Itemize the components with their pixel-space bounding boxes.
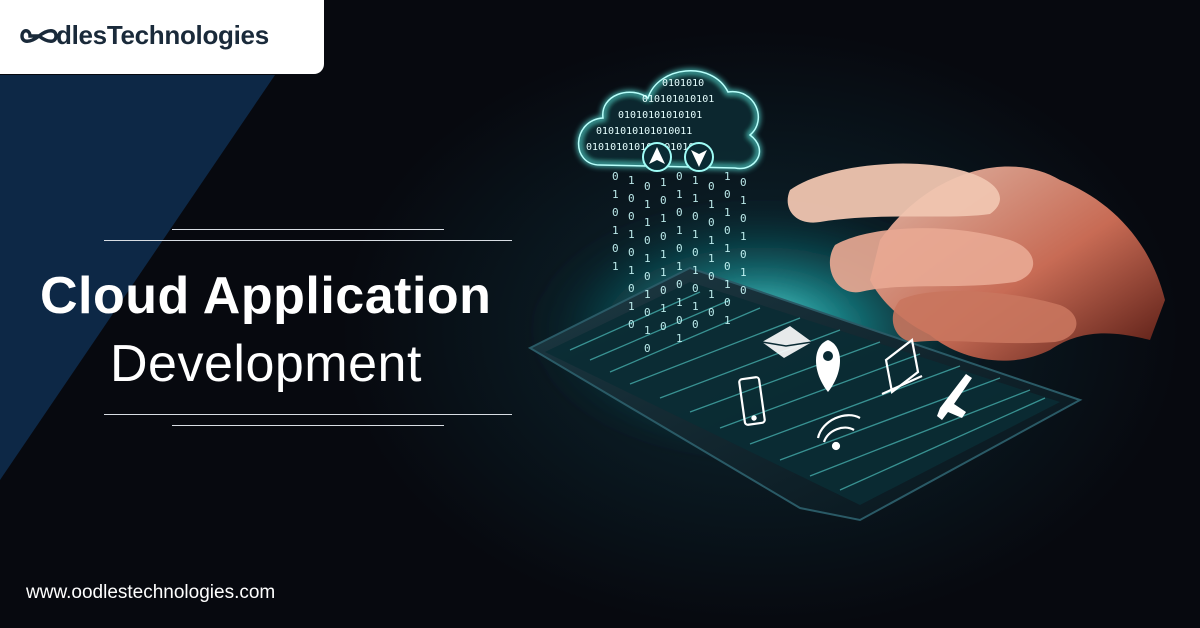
website-url[interactable]: www.oodlestechnologies.com [26,582,275,604]
infinity-icon [20,29,58,43]
svg-text:1: 1 [740,266,747,279]
svg-text:1: 1 [676,332,683,345]
svg-text:1: 1 [708,252,715,265]
svg-text:1: 1 [724,242,731,255]
svg-text:1: 1 [660,302,667,315]
svg-text:1: 1 [660,176,667,189]
svg-text:1: 1 [692,300,699,313]
svg-text:1: 1 [676,224,683,237]
svg-text:0: 0 [612,242,619,255]
banner: 010101 100101010 0110101010 101011010 01… [0,0,1200,628]
svg-text:1: 1 [628,264,635,277]
svg-text:0: 0 [644,234,651,247]
cloud-binary-row-3: 01010101010101 [618,110,702,121]
svg-text:1: 1 [644,198,651,211]
svg-text:0: 0 [676,314,683,327]
upload-arrow-icon [642,142,672,172]
svg-text:0: 0 [708,306,715,319]
svg-text:1: 1 [740,230,747,243]
svg-text:0: 0 [660,284,667,297]
svg-text:1: 1 [644,216,651,229]
svg-text:0: 0 [708,216,715,229]
svg-text:0: 0 [692,210,699,223]
svg-text:1: 1 [724,170,731,183]
svg-text:1: 1 [692,174,699,187]
svg-text:0: 0 [708,270,715,283]
svg-text:0: 0 [692,318,699,331]
headline-line-1: Cloud Application [40,267,492,325]
rule-bottom-long [104,414,512,415]
cloud-binary-row-5: 010101010100101010 [586,142,694,153]
svg-text:1: 1 [660,248,667,261]
svg-text:1: 1 [692,228,699,241]
svg-text:1: 1 [644,288,651,301]
svg-text:0: 0 [628,282,635,295]
svg-text:0: 0 [724,188,731,201]
svg-text:1: 1 [644,324,651,337]
svg-text:0: 0 [644,342,651,355]
rule-bottom-short [172,425,444,426]
cloud-binary-row-4: 0101010101010011 [596,126,692,137]
download-arrow-icon [684,142,714,172]
svg-text:1: 1 [660,212,667,225]
svg-text:0: 0 [676,170,683,183]
svg-text:1: 1 [676,296,683,309]
svg-text:1: 1 [692,192,699,205]
finger-index [787,163,1000,223]
svg-text:1: 1 [612,224,619,237]
svg-text:1: 1 [644,252,651,265]
svg-text:0: 0 [660,320,667,333]
svg-text:1: 1 [612,188,619,201]
svg-text:1: 1 [676,188,683,201]
svg-text:0: 0 [740,212,747,225]
svg-text:0: 0 [676,278,683,291]
svg-text:1: 1 [628,228,635,241]
svg-text:0: 0 [740,248,747,261]
svg-text:0: 0 [628,246,635,259]
svg-text:0: 0 [708,180,715,193]
svg-text:0: 0 [676,206,683,219]
svg-text:0: 0 [628,192,635,205]
svg-text:0: 0 [644,180,651,193]
svg-text:0: 0 [692,246,699,259]
svg-text:0: 0 [724,224,731,237]
svg-text:0: 0 [676,242,683,255]
svg-text:0: 0 [740,284,747,297]
svg-text:0: 0 [724,296,731,309]
headline-line-2: Development [110,335,422,393]
logo-text: dlesTechnologies [56,20,269,50]
logo-box[interactable]: dlesTechnologies [0,0,324,74]
cloud-binary-row-1: 0101010 [662,78,704,89]
svg-text:1: 1 [708,234,715,247]
svg-text:1: 1 [676,260,683,273]
svg-text:1: 1 [660,266,667,279]
svg-text:0: 0 [644,306,651,319]
svg-text:0: 0 [660,194,667,207]
svg-text:1: 1 [692,264,699,277]
svg-text:0: 0 [692,282,699,295]
svg-text:0: 0 [612,170,619,183]
rule-top-short [172,229,444,230]
rule-top-long [104,240,512,241]
svg-text:1: 1 [628,300,635,313]
svg-text:1: 1 [612,260,619,273]
svg-text:0: 0 [612,206,619,219]
svg-text:0: 0 [740,176,747,189]
svg-text:1: 1 [708,288,715,301]
svg-text:1: 1 [628,174,635,187]
svg-text:0: 0 [628,318,635,331]
svg-text:1: 1 [740,194,747,207]
svg-text:1: 1 [724,314,731,327]
svg-text:0: 0 [724,260,731,273]
svg-text:1: 1 [724,278,731,291]
svg-text:0: 0 [628,210,635,223]
svg-text:0: 0 [660,230,667,243]
svg-text:1: 1 [724,206,731,219]
svg-text:0: 0 [644,270,651,283]
svg-text:1: 1 [708,198,715,211]
cloud-binary-row-2: 010101010101 [642,94,714,105]
